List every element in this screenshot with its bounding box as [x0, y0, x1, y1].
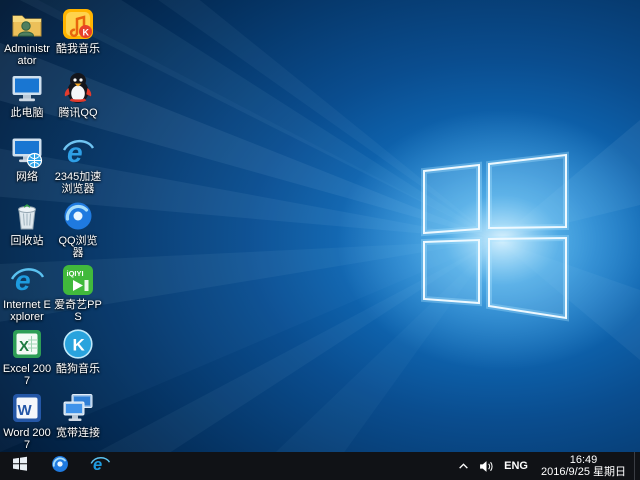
desktop-icon-label: 爱奇艺PPS: [53, 299, 103, 323]
svg-text:W: W: [18, 402, 33, 419]
desktop-icon-internet-explorer[interactable]: eInternet Explorer: [2, 260, 52, 324]
chevron-up-icon: [458, 461, 469, 472]
computer-icon: [10, 71, 44, 105]
taskbar-buttons: e: [0, 452, 120, 480]
tray-volume-button[interactable]: [474, 452, 499, 480]
browser-e-icon: e: [61, 135, 95, 169]
desktop-icon-administrator[interactable]: Administrator: [2, 4, 52, 68]
kugou-icon: K: [61, 327, 95, 361]
desktop-icon-label: 网络: [16, 171, 38, 183]
desktop-icon-label: 2345加速浏览器: [53, 171, 103, 195]
taskbar: e ENG 16:49 2016/9/25 星期日: [0, 452, 640, 480]
qq-browser-icon: [61, 199, 95, 233]
iqiyi-icon: iQIYI: [61, 263, 95, 297]
excel-icon: X: [10, 327, 44, 361]
desktop-icon-label: 腾讯QQ: [58, 107, 97, 119]
qq-penguin-icon: [61, 71, 95, 105]
desktop-icon-2345-browser[interactable]: e2345加速浏览器: [53, 132, 103, 196]
desktop-icon-label: Word 2007: [2, 427, 52, 451]
desktop-icon-iqiyi-pps[interactable]: iQIYI 爱奇艺PPS: [53, 260, 103, 324]
desktop-icon-label: 此电脑: [11, 107, 44, 119]
tray-language-indicator[interactable]: ENG: [499, 452, 533, 480]
desktop-icon-word-2007[interactable]: W Word 2007: [2, 388, 52, 452]
desktop-icon-label: Excel 2007: [2, 363, 52, 387]
kuwo-music-icon: K: [61, 7, 95, 41]
desktop-icon-kuwo-music[interactable]: K 酷我音乐: [53, 4, 103, 68]
svg-text:K: K: [73, 336, 86, 355]
desktop-icon-label: 回收站: [11, 235, 44, 247]
ie-icon: e: [90, 454, 110, 479]
desktop-icon-label: QQ浏览器: [53, 235, 103, 259]
desktop-icon-label: Administrator: [2, 43, 52, 67]
desktop-icon-label: 宽带连接: [56, 427, 100, 439]
svg-text:iQIYI: iQIYI: [67, 269, 84, 278]
desktop-icon-this-pc[interactable]: 此电脑: [2, 68, 52, 132]
desktop-icon-broadband[interactable]: 宽带连接: [53, 388, 103, 452]
start-button[interactable]: [0, 452, 40, 480]
desktop-icon-kugou-music[interactable]: K 酷狗音乐: [53, 324, 103, 388]
desktop-icon-label: Internet Explorer: [2, 299, 52, 323]
tray-clock[interactable]: 16:49 2016/9/25 星期日: [533, 452, 634, 480]
desktop-icon-network[interactable]: 网络: [2, 132, 52, 196]
speaker-icon: [479, 460, 494, 473]
desktop-icon-qq-browser[interactable]: QQ浏览器: [53, 196, 103, 260]
system-tray: ENG 16:49 2016/9/25 星期日: [453, 452, 640, 480]
qq-browser-icon: [50, 454, 70, 479]
desktop-icon-grid: AdministratorK酷我音乐此电脑腾讯QQ网络e2345加速浏览器回收站…: [2, 4, 103, 452]
clock-date: 2016/9/25 星期日: [541, 466, 626, 478]
user-folder-icon: [10, 7, 44, 41]
desktop-icon-excel-2007[interactable]: X Excel 2007: [2, 324, 52, 388]
desktop-icon-label: 酷我音乐: [56, 43, 100, 55]
desktop-icon-tencent-qq[interactable]: 腾讯QQ: [53, 68, 103, 132]
desktop-icon-label: 酷狗音乐: [56, 363, 100, 375]
show-desktop-button[interactable]: [634, 452, 640, 480]
desktop-icon-recycle-bin[interactable]: 回收站: [2, 196, 52, 260]
clock-time: 16:49: [570, 454, 598, 466]
broadband-icon: [61, 391, 95, 425]
network-icon: [10, 135, 44, 169]
desktop: AdministratorK酷我音乐此电脑腾讯QQ网络e2345加速浏览器回收站…: [0, 0, 640, 452]
word-icon: W: [10, 391, 44, 425]
windows-start-icon: [12, 456, 28, 477]
taskbar-button-ie-task[interactable]: e: [80, 452, 120, 480]
svg-text:X: X: [19, 338, 29, 355]
recycle-bin-icon: [10, 199, 44, 233]
taskbar-button-qq-browser-task[interactable]: [40, 452, 80, 480]
ie-icon: e: [10, 263, 44, 297]
svg-text:K: K: [83, 28, 90, 38]
tray-show-hidden-icons-button[interactable]: [453, 452, 474, 480]
